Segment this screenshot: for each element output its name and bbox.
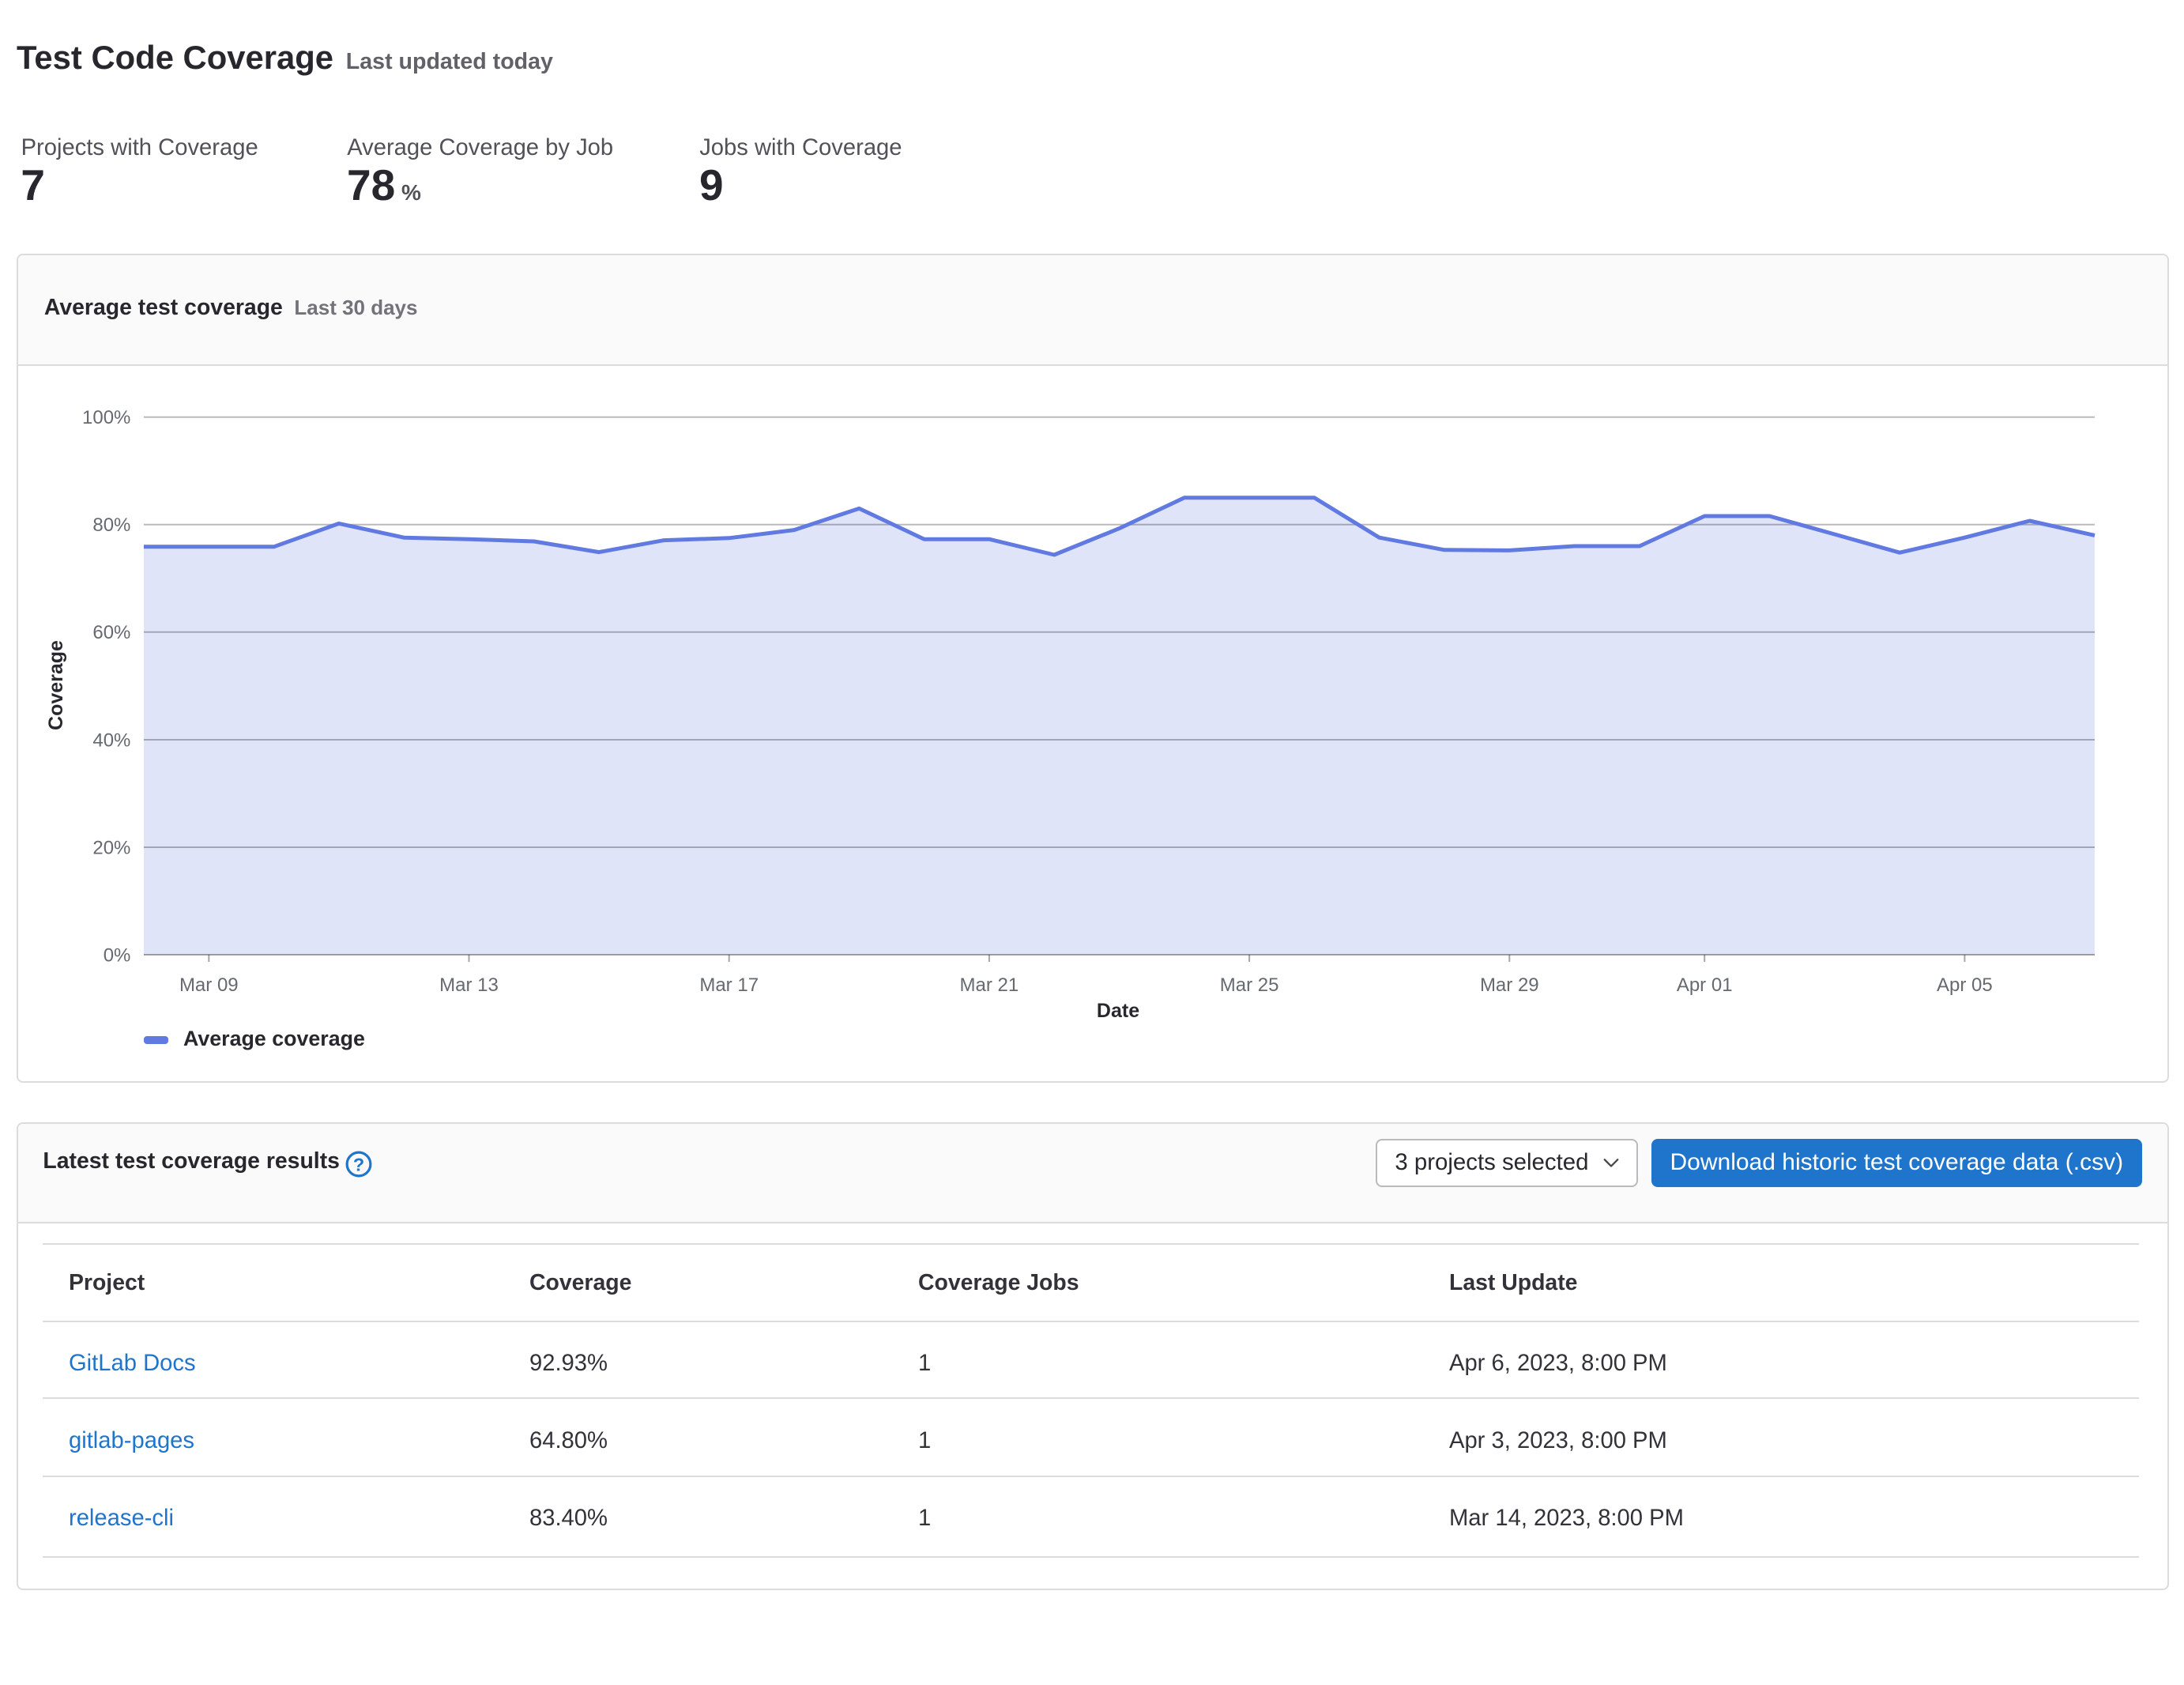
svg-text:Apr 01: Apr 01 [1677, 974, 1733, 996]
svg-text:Mar 17: Mar 17 [699, 974, 759, 996]
svg-text:80%: 80% [92, 515, 130, 536]
svg-text:40%: 40% [92, 729, 130, 751]
svg-text:Mar 09: Mar 09 [179, 974, 239, 996]
svg-text:0%: 0% [104, 944, 131, 966]
svg-text:Mar 29: Mar 29 [1480, 974, 1539, 996]
svg-text:20%: 20% [92, 837, 130, 858]
svg-text:Coverage: Coverage [45, 640, 67, 730]
svg-text:Mar 25: Mar 25 [1220, 974, 1279, 996]
svg-text:Mar 13: Mar 13 [439, 974, 499, 996]
svg-text:Mar 21: Mar 21 [960, 974, 1019, 996]
svg-text:60%: 60% [92, 622, 130, 643]
svg-text:100%: 100% [82, 407, 130, 428]
svg-text:?: ? [352, 1155, 363, 1175]
svg-text:Date: Date [1097, 1000, 1139, 1022]
svg-text:Apr 05: Apr 05 [1937, 974, 1993, 996]
